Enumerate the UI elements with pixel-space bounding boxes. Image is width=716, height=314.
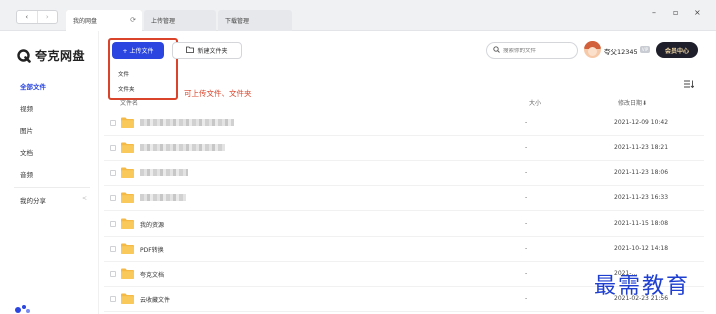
redacted-file-name[interactable] [140,169,188,176]
table-row[interactable]: - 2021-11-23 16:33 [104,186,704,211]
search-box[interactable] [486,42,578,59]
sidebar-divider [98,31,99,314]
folder-icon [121,167,134,178]
help-icon[interactable] [14,304,32,314]
file-name[interactable]: PDF转换 [140,245,164,254]
row-checkbox[interactable] [110,145,116,151]
sidebar-item-documents[interactable]: 文档 [20,147,33,157]
redacted-file-name[interactable] [140,144,225,151]
minimize-icon[interactable]: – [652,8,656,17]
folder-plus-icon [186,46,195,55]
file-modified-date: 2021-11-23 16:33 [614,194,669,201]
history-nav: ‹ › [16,10,58,24]
sidebar-item-all-files[interactable]: 全部文件 [20,81,46,91]
table-row[interactable]: - 2021-11-23 18:06 [104,161,704,186]
brand-logo: 夸克网盘 [17,47,85,64]
sort-list-icon[interactable] [684,80,695,91]
title-bar: ‹ › 我的网盘 ⟳ 上传管理 下载管理 – ▫ × [0,0,716,31]
redacted-file-name[interactable] [140,119,234,126]
member-center-button[interactable]: 会员中心 [656,42,698,58]
file-size: - [525,194,528,201]
file-size: - [525,119,528,126]
refresh-icon[interactable]: ⟳ [130,16,136,24]
folder-icon [121,293,134,304]
tab-my-drive[interactable]: 我的网盘 ⟳ [66,10,142,31]
tab-label: 下载管理 [225,18,250,25]
avatar-face [588,47,597,56]
sidebar-item-videos[interactable]: 视频 [20,103,33,113]
file-modified-date: 2021-10-12 14:18 [614,245,669,252]
tab-upload-manager[interactable]: 上传管理 [144,10,216,31]
new-folder-label: 新建文件夹 [197,48,228,55]
back-button[interactable]: ‹ [17,11,37,23]
username[interactable]: 夸父12345 [604,46,638,56]
row-checkbox[interactable] [110,170,116,176]
file-modified-date: 2021-11-15 18:08 [614,220,669,227]
column-header-date[interactable]: 修改日期⬇ [618,98,647,107]
file-modified-date: 2021-12-09 10:42 [614,119,669,126]
search-icon [493,46,500,55]
folder-icon [121,117,134,128]
tab-label: 上传管理 [151,18,176,25]
file-size: - [525,245,528,252]
annotation-text: 可上传文件、文件夹 [184,89,252,98]
file-size: - [525,169,528,176]
table-row[interactable]: PDF转换 - 2021-10-12 14:18 [104,237,704,262]
search-input[interactable] [503,47,573,54]
upload-menu-file[interactable]: 文件 [118,70,129,78]
sidebar-separator [14,187,90,188]
row-checkbox[interactable] [110,246,116,252]
folder-icon [121,142,134,153]
sidebar-item-my-shares[interactable]: 我的分享 [20,195,46,205]
file-name[interactable]: 夸克文档 [140,270,164,279]
file-modified-date: 2021-11-23 18:06 [614,169,669,176]
close-icon[interactable]: × [694,8,701,17]
upload-button[interactable]: + 上传文件 [112,42,164,59]
column-header-size[interactable]: 大小 [529,98,541,107]
new-folder-button[interactable]: 新建文件夹 [172,42,242,59]
row-checkbox[interactable] [110,120,116,126]
brand-name: 夸克网盘 [35,49,86,63]
folder-icon [121,243,134,254]
table-row[interactable]: - 2021-11-23 18:21 [104,136,704,161]
row-checkbox[interactable] [110,221,116,227]
folder-icon [121,218,134,229]
sidebar-item-images[interactable]: 图片 [20,125,33,135]
row-checkbox[interactable] [110,195,116,201]
table-row[interactable]: 我的资源 - 2021-11-15 18:08 [104,212,704,237]
column-header-name[interactable]: 文件名 [120,98,138,107]
row-checkbox[interactable] [110,271,116,277]
file-size: - [525,220,528,227]
sidebar: 夸克网盘 全部文件 视频 图片 文档 音频 我的分享 < [0,31,98,314]
watermark-text: 最需教育 [594,274,691,299]
share-icon: < [82,195,88,202]
redacted-file-name[interactable] [140,194,186,201]
file-size: - [525,144,528,151]
vip-badge: VIP [640,46,650,53]
quark-logo-icon [17,48,31,63]
tab-download-manager[interactable]: 下载管理 [218,10,292,31]
row-checkbox[interactable] [110,296,116,302]
sidebar-item-audio[interactable]: 音频 [20,169,33,179]
folder-icon [121,192,134,203]
tab-label: 我的网盘 [73,18,98,25]
folder-icon [121,268,134,279]
file-name[interactable]: 我的资源 [140,220,164,229]
file-modified-date: 2021-11-23 18:21 [614,144,669,151]
maximize-icon[interactable]: ▫ [673,8,678,17]
file-size: - [525,295,528,302]
avatar[interactable] [584,41,601,58]
upload-menu-folder[interactable]: 文件夹 [118,85,135,93]
table-row[interactable]: - 2021-12-09 10:42 [104,111,704,136]
file-size: - [525,270,528,277]
forward-button[interactable]: › [36,11,58,23]
file-name[interactable]: 云收藏文件 [140,295,170,304]
